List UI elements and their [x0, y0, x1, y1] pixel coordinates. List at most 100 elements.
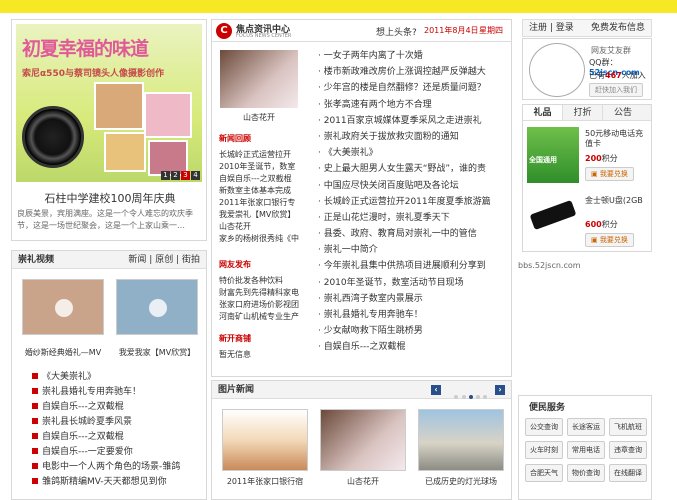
carousel-dot[interactable] [461, 395, 466, 399]
headline-item[interactable]: · 长城岭正式运营拉开2011年度夏季旅游篇 [318, 194, 506, 210]
photo-news-thumb[interactable] [320, 409, 406, 471]
video-icon [32, 388, 38, 394]
pager-1[interactable]: 1 [161, 171, 170, 180]
banner-caption[interactable]: 石柱中学建校100周年庆典 [12, 190, 208, 206]
member-count: 已有467人加入 [589, 71, 646, 80]
headline-item[interactable]: · 2011百家京城媒体夏季采风之走进崇礼 [318, 113, 506, 129]
news-thumb-photo[interactable] [220, 50, 298, 108]
photo-news-thumb[interactable] [222, 409, 308, 471]
pager-3[interactable]: 3 [181, 171, 190, 180]
list-item[interactable]: 我爱崇礼【MV欣赏】 [219, 209, 309, 221]
headline-item[interactable]: · 自娱自乐---之双截棍 [318, 339, 506, 355]
service-coach[interactable]: 长途客运 [567, 418, 605, 436]
list-item[interactable]: 特价批发各种饮料 [219, 275, 309, 287]
list-item[interactable]: 自娱自乐---之双截棍 [32, 399, 204, 414]
headline-item[interactable]: · 崇礼一中简介 [318, 242, 506, 258]
service-price[interactable]: 物价查询 [567, 464, 605, 482]
list-item[interactable]: 2011年张家口银行专 [219, 197, 309, 209]
list-item[interactable]: 山杏花开 [219, 221, 309, 233]
register-link[interactable]: 注册 [529, 23, 547, 33]
video-thumb[interactable] [116, 279, 198, 335]
headline-item[interactable]: · 崇礼政府关于拔放救灾面粉的通知 [318, 129, 506, 145]
headline-item[interactable]: · 史上最大胆男人女生露天“野战”，谁的责 [318, 161, 506, 177]
new-shops-title: 新开商铺 [219, 334, 251, 343]
service-phone[interactable]: 常用电话 [567, 441, 605, 459]
list-item[interactable]: 自娱自乐---之双截棍 [219, 173, 309, 185]
service-panel: 便民服务 公交查询 长途客运 飞机航班 火车时刻 常用电话 违章查询 合肥天气 … [518, 395, 652, 500]
list-item[interactable]: 家乡的杨树很秀纯《中 [219, 233, 309, 245]
video-caption[interactable]: 我爱我家【MV欣赏】 [110, 347, 204, 358]
list-item[interactable]: 崇礼县长城岭夏季风景 [32, 414, 204, 429]
gift-name[interactable]: 金士顿U盘(2GB [585, 195, 651, 206]
list-item[interactable]: 新数室主体基本完成 [219, 185, 309, 197]
list-item[interactable]: 河南矿山机械专业生产 [219, 311, 309, 323]
headline-item[interactable]: · 少女献吻救下陌生跳桥男 [318, 323, 506, 339]
video-thumb[interactable] [22, 279, 104, 335]
join-button[interactable]: 赶快加入我们 [589, 83, 643, 97]
pager-2[interactable]: 2 [171, 171, 180, 180]
photo-news-caption[interactable]: 山杏花开 [314, 476, 412, 487]
forum-link[interactable]: bbs.52jscn.com [518, 261, 581, 270]
service-flight[interactable]: 飞机航班 [609, 418, 647, 436]
gift-name[interactable]: 50元移动电话充值卡 [585, 129, 651, 149]
list-item[interactable]: 财富先到先得精科家电 [219, 287, 309, 299]
video-icon [32, 373, 38, 379]
carousel-dot[interactable] [483, 395, 487, 399]
banner-panel: 初夏幸福的味道 索尼α550与蔡司镜头人像摄影创作 1 2 3 4 石柱中学建校… [11, 19, 207, 241]
video-caption[interactable]: 婚纱斯经典婚礼—MV [16, 347, 110, 358]
headline-item[interactable]: · 2010年圣诞节，数室活动节目现场 [318, 275, 506, 291]
video-list: 《大美崇礼》 崇礼县婚礼专用奔驰车！ 自娱自乐---之双截棍 崇礼县长城岭夏季风… [32, 369, 204, 489]
headline-item[interactable]: · 崇礼西湾子数室内景展示 [318, 291, 506, 307]
video-tab-original[interactable]: 原创 [155, 255, 173, 265]
gift-image-phonecard[interactable]: 全国通用 [527, 127, 579, 183]
gift-panel: 礼品 打折 公告 全国通用 50元移动电话充值卡 200积分 ▣ 我要兑换 金士… [522, 104, 652, 252]
list-item[interactable]: 电影中一个人两个角色的场景-雏鸽 [32, 459, 204, 474]
headline-item[interactable]: · 崇礼县婚礼专用奔驰车！ [318, 307, 506, 323]
list-item[interactable]: 2010年圣诞节，数室 [219, 161, 309, 173]
service-translate[interactable]: 在线翻译 [609, 464, 647, 482]
carousel-dot[interactable] [475, 395, 480, 399]
headline-item[interactable]: · 楼市新政难改房价上涨调控越严反弹越大 [318, 64, 506, 80]
headline-item[interactable]: · 《大美崇礼》 [318, 145, 506, 161]
service-train[interactable]: 火车时刻 [525, 441, 563, 459]
list-item[interactable]: 崇礼县婚礼专用奔驰车！ [32, 384, 204, 399]
redeem-button[interactable]: ▣ 我要兑换 [585, 167, 634, 181]
banner-image[interactable]: 初夏幸福的味道 索尼α550与蔡司镜头人像摄影创作 1 2 3 4 [16, 24, 202, 182]
headline-item[interactable]: · 正是山花烂漫时，崇礼夏季天下 [318, 210, 506, 226]
post-free-link[interactable]: 免费发布信息 [591, 20, 645, 36]
avatar[interactable] [529, 43, 585, 97]
tab-notice[interactable]: 公告 [603, 105, 643, 120]
headline-item[interactable]: · 张孝高速有两个地方不合理 [318, 97, 506, 113]
tab-gift[interactable]: 礼品 [523, 105, 563, 120]
login-link[interactable]: 登录 [556, 23, 574, 33]
carousel-dot[interactable] [454, 395, 459, 399]
video-tab-news[interactable]: 新闻 [128, 255, 146, 265]
prev-arrow-icon[interactable]: ‹ [431, 385, 441, 395]
next-arrow-icon[interactable]: › [495, 385, 505, 395]
headline-item[interactable]: · 县委、政府、教育局对崇礼一中的管信 [318, 226, 506, 242]
headline-item[interactable]: · 一女子两年内离了十次婚 [318, 48, 506, 64]
headline-item[interactable]: · 中国应尽快关闭百度贴吧及各论坛 [318, 178, 506, 194]
list-item[interactable]: 《大美崇礼》 [32, 369, 204, 384]
photo-news-thumb[interactable] [418, 409, 504, 471]
carousel-dot[interactable] [468, 395, 473, 399]
news-thumb-caption[interactable]: 山杏花开 [220, 112, 298, 123]
redeem-button[interactable]: ▣ 我要兑换 [585, 233, 634, 247]
tab-discount[interactable]: 打折 [563, 105, 603, 120]
headline-question[interactable]: 想上头条? [376, 25, 417, 38]
photo-news-caption[interactable]: 已成历史的灯光球场 [412, 476, 510, 487]
photo-news-caption[interactable]: 2011年张家口银行宿 [216, 476, 314, 487]
service-weather[interactable]: 合肥天气 [525, 464, 563, 482]
list-item[interactable]: 自娱自乐---之双截棍 [32, 429, 204, 444]
list-item[interactable]: 自娱自乐---一定要爱你 [32, 444, 204, 459]
pager-4[interactable]: 4 [191, 171, 200, 180]
video-tab-street[interactable]: 街拍 [182, 255, 200, 265]
list-item[interactable]: 长城岭正式运营拉开 [219, 149, 309, 161]
headline-item[interactable]: · 少年宫的楼是自然翻修？还是质量问题？ [318, 80, 506, 96]
list-item[interactable]: 张家口府进场价影视团 [219, 299, 309, 311]
gift-image-usb[interactable] [527, 193, 579, 241]
list-item[interactable]: 雏鸽斯精编MV-天天都想见到你 [32, 474, 204, 489]
headline-item[interactable]: · 今年崇礼县集中供热项目进展顺利分享到 [318, 258, 506, 274]
service-violation[interactable]: 违章查询 [609, 441, 647, 459]
service-bus[interactable]: 公交查询 [525, 418, 563, 436]
